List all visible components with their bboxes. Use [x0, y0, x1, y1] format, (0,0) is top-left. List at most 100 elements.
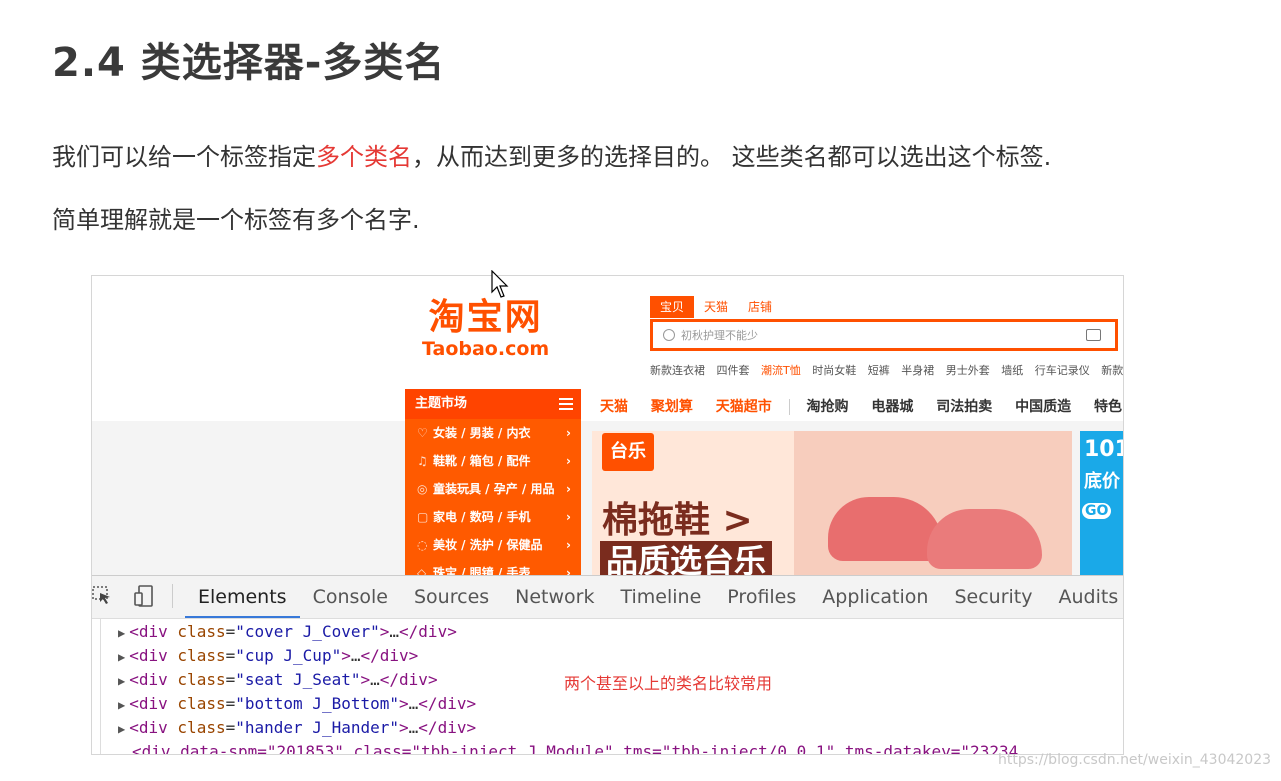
expand-triangle-icon[interactable]: ▶ — [118, 626, 125, 640]
tag-name: div — [138, 646, 168, 665]
dom-node-row[interactable]: ▶ <div class="cup J_Cup">…</div> — [118, 644, 418, 668]
search-input[interactable]: 初秋护理不能少 — [650, 319, 1118, 351]
nav-link[interactable]: 特色中国 — [1094, 399, 1123, 415]
attr-value: cover J_Cover — [244, 622, 371, 641]
tab-elements[interactable]: Elements — [185, 576, 300, 618]
hot-word[interactable]: 新款连衣裙 — [650, 364, 705, 377]
nav-link[interactable]: 中国质造 — [1015, 399, 1071, 415]
tag-name: div — [437, 694, 467, 713]
summary-paragraph: 简单理解就是一个标签有多个名字. — [52, 206, 420, 234]
hot-word-highlight[interactable]: 潮流T恤 — [761, 364, 801, 377]
tag-name: div — [138, 694, 168, 713]
hot-word[interactable]: 时尚女鞋 — [812, 364, 856, 377]
attr-name: class — [177, 694, 226, 713]
category-icon: ♫ — [417, 454, 428, 468]
search-tab-shop[interactable]: 店铺 — [738, 296, 782, 318]
chevron-right-icon: › — [566, 426, 571, 440]
category-header: 主题市场 — [405, 389, 581, 419]
inspect-element-icon[interactable] — [92, 585, 112, 605]
side-banner[interactable]: 101 底价 GO — [1080, 431, 1123, 576]
search-icon — [663, 329, 675, 341]
nav-divider — [788, 399, 790, 415]
nav-link[interactable]: 淘抢购 — [807, 399, 849, 415]
intro-text-before: 我们可以给一个标签指定 — [52, 143, 316, 171]
nav-link[interactable]: 聚划算 — [651, 399, 693, 415]
hot-word[interactable]: 行车记录仪 — [1035, 364, 1090, 377]
category-item[interactable]: ◎ 童装玩具 / 孕产 / 用品 › — [405, 475, 581, 503]
tab-console[interactable]: Console — [300, 576, 401, 618]
dom-node-row[interactable]: ▶ <div class="bottom J_Bottom">…</div> — [118, 692, 476, 716]
search-tab-tmall[interactable]: 天猫 — [694, 296, 738, 318]
brand-tag: 台乐 — [602, 433, 654, 471]
tab-timeline[interactable]: Timeline — [608, 576, 715, 618]
hot-word[interactable]: 新款男鞋 — [1101, 364, 1123, 377]
category-label: 鞋靴 / 箱包 / 配件 — [433, 454, 531, 468]
devtools-tabs: Elements Console Sources Network Timelin… — [185, 576, 1123, 618]
tag-name: div — [399, 670, 428, 689]
category-header-label: 主题市场 — [415, 396, 468, 411]
banner-subline: 品质选台乐 — [600, 541, 773, 576]
banner-headline: 棉拖鞋 > — [602, 500, 753, 541]
dom-node-row[interactable]: ▶ <div class="cover J_Cover">…</div> — [118, 620, 457, 644]
chevron-right-icon: › — [566, 454, 571, 468]
tab-network[interactable]: Network — [502, 576, 607, 618]
intro-text-after: ，从而达到更多的选择目的。 这些类名都可以选出这个标签. — [412, 143, 1052, 171]
category-label: 美妆 / 洗护 / 保健品 — [433, 538, 543, 552]
category-item[interactable]: ♫ 鞋靴 / 箱包 / 配件 › — [405, 447, 581, 475]
attr-value: cup J_Cup — [244, 646, 332, 665]
category-icon: ♡ — [417, 426, 428, 440]
dom-node-row[interactable]: ▶ <div class="hander J_Hander">…</div> — [118, 716, 476, 740]
attr-name: class — [177, 670, 226, 689]
camera-icon[interactable] — [1086, 329, 1101, 341]
expand-triangle-icon[interactable]: ▶ — [118, 698, 125, 712]
tab-sources[interactable]: Sources — [401, 576, 502, 618]
hot-word[interactable]: 四件套 — [717, 364, 750, 377]
hot-word[interactable]: 短裤 — [868, 364, 890, 377]
watermark: https://blog.csdn.net/weixin_43042023 — [998, 752, 1272, 768]
category-menu: 主题市场 ♡ 女装 / 男装 / 内衣 › ♫ 鞋靴 / 箱包 / 配件 › ◎ 童装玩具… — [405, 389, 581, 580]
device-toolbar-icon[interactable] — [134, 585, 156, 607]
hot-word[interactable]: 半身裙 — [901, 364, 934, 377]
expand-triangle-icon[interactable]: ▶ — [118, 722, 125, 736]
search-tab-baobei[interactable]: 宝贝 — [650, 296, 695, 318]
category-item[interactable]: ♡ 女装 / 男装 / 内衣 › — [405, 419, 581, 447]
hot-word[interactable]: 墙纸 — [1001, 364, 1023, 377]
category-label: 童装玩具 / 孕产 / 用品 — [433, 482, 555, 496]
page-title: 2.4 类选择器-多类名 — [52, 40, 446, 86]
tab-audits[interactable]: Audits — [1045, 576, 1123, 618]
devtools-toolbar: Elements Console Sources Network Timelin… — [92, 575, 1123, 619]
attr-name: class — [177, 646, 226, 665]
nav-link[interactable]: 天猫超市 — [716, 399, 772, 415]
logo-english: Taobao.com — [422, 338, 550, 360]
tab-security[interactable]: Security — [941, 576, 1045, 618]
nav-link[interactable]: 司法拍卖 — [936, 399, 992, 415]
dom-node-row[interactable]: ▶ <div class="seat J_Seat">…</div> — [118, 668, 438, 692]
tag-name: div — [138, 622, 168, 641]
side-banner-line1: 101 — [1084, 437, 1123, 462]
tag-name: div — [138, 670, 168, 689]
category-icon: ◎ — [417, 482, 428, 496]
hot-word[interactable]: 男士外套 — [946, 364, 990, 377]
expand-triangle-icon[interactable]: ▶ — [118, 674, 125, 688]
attr-value: hander J_Hander — [244, 718, 390, 737]
promo-banner[interactable]: 台乐 棉拖鞋 > 品质选台乐 — [592, 431, 1072, 576]
nav-link[interactable]: 电器城 — [871, 399, 913, 415]
attr-name: class — [177, 718, 226, 737]
category-label: 家电 / 数码 / 手机 — [433, 510, 531, 524]
chevron-right-icon: › — [566, 482, 571, 496]
category-icon: ▢ — [417, 510, 429, 524]
search-placeholder: 初秋护理不能少 — [681, 329, 758, 342]
menu-icon[interactable] — [559, 398, 573, 410]
tag-name: div — [418, 622, 448, 641]
nav-link[interactable]: 天猫 — [600, 399, 628, 415]
expand-triangle-icon[interactable]: ▶ — [118, 650, 125, 664]
hot-words: 新款连衣裙 四件套 潮流T恤 时尚女鞋 短裤 半身裙 男士外套 墙纸 行车记录仪… — [650, 362, 1123, 378]
side-banner-line2: 底价 — [1084, 471, 1120, 492]
tab-profiles[interactable]: Profiles — [714, 576, 809, 618]
category-item[interactable]: ◌ 美妆 / 洗护 / 保健品 › — [405, 531, 581, 559]
dom-node-row-partial[interactable]: <div data-spm="201853" class="tbh-inject… — [132, 740, 1018, 754]
taobao-logo[interactable]: 淘宝网 Taobao.com — [422, 298, 550, 361]
category-item[interactable]: ▢ 家电 / 数码 / 手机 › — [405, 503, 581, 531]
category-icon: ◌ — [417, 538, 428, 552]
tab-application[interactable]: Application — [809, 576, 941, 618]
